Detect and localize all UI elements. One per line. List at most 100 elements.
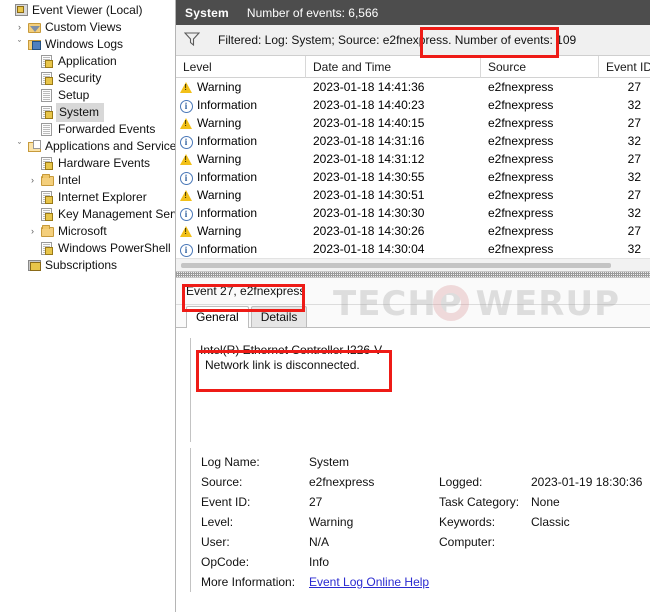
log-icon [41,157,53,170]
table-row[interactable]: Warning 2023-01-18 14:31:12 e2fnexpress 27 [176,150,650,168]
cell-level: Information [176,240,306,258]
table-row[interactable]: Warning 2023-01-18 14:30:26 e2fnexpress 27 [176,222,650,240]
log-icon [41,106,53,119]
tree-item-application[interactable]: Application [0,53,175,70]
event-message-box: Intel(R) Ethernet Controller I226-V Netw… [190,338,638,442]
tree-item-icon [39,121,56,138]
log-icon [41,55,53,68]
source-value: e2fnexpress [309,475,375,489]
property-row-log-name: Log Name: System [201,452,650,472]
tab-general[interactable]: General [186,306,249,328]
column-header-level[interactable]: Level [176,55,306,78]
chevron-down-icon[interactable]: ˇ [13,138,26,155]
tree-item-label: Application [58,54,117,68]
property-row-more-information: More Information: Event Log Online Help [201,572,650,592]
information-icon [180,99,193,113]
event-detail-title: Event 27, e2fnexpress [176,278,650,305]
event-viewer-window: Event Viewer (Local) › Custom Views ˇ Window… [0,0,650,612]
column-header-event-id[interactable]: Event ID [599,56,650,78]
cell-level-text: Warning [197,188,242,202]
column-header-date-and-time[interactable]: Date and Time [306,55,481,78]
tab-details[interactable]: Details [250,306,308,327]
chevron-right-icon[interactable]: › [13,19,26,36]
tree-item-label: Custom Views [45,20,122,34]
tree-item-icon [26,138,43,155]
folder-icon [41,225,54,237]
cell-event-id: 27 [627,224,641,238]
tree-item-microsoft[interactable]: › Microsoft [0,223,175,240]
tree-item-hardware-events[interactable]: Hardware Events [0,155,175,172]
cell-date-and-time: 2023-01-18 14:40:23 [313,98,425,112]
tree-item-security[interactable]: Security [0,70,175,87]
scrollbar-thumb[interactable] [181,263,611,268]
tree-item-event-viewer-local[interactable]: Event Viewer (Local) [0,2,175,19]
table-row[interactable]: Information 2023-01-18 14:30:30 e2fnexpres… [176,204,650,222]
tree-item-label: Windows Logs [45,37,124,51]
chevron-right-icon[interactable]: › [26,172,39,189]
tree-item-icon [39,172,56,189]
cell-date-and-time: 2023-01-18 14:30:55 [313,170,425,184]
tree-item-label: Security [58,71,102,85]
table-row[interactable]: Information 2023-01-18 14:30:55 e2fnexpres… [176,168,650,186]
cell-source: e2fnexpress [488,80,554,94]
pane-splitter[interactable] [176,271,650,278]
cell-level-text: Information [197,206,258,220]
property-row-level: Level: Warning Keywords: Classic [201,512,650,532]
cell-level: Warning [176,114,306,132]
page-title: System [185,5,229,20]
table-row[interactable]: Warning 2023-01-18 14:41:36 e2fnexpress 27 [176,78,650,96]
chevron-down-icon[interactable]: ˇ [13,36,26,53]
tree-item-key-management-service[interactable]: Key Management Service [0,206,175,223]
tree-item-custom-views[interactable]: › Custom Views [0,19,175,36]
cell-level: Information [176,132,306,150]
opcode-value: Info [309,555,330,569]
tree-item-label: Hardware Events [58,156,151,170]
table-row[interactable]: Warning 2023-01-18 14:30:51 e2fnexpress 27 [176,186,650,204]
tree-item-icon [39,240,56,257]
tree-item-system[interactable]: System [0,103,175,122]
tree-item-subscriptions[interactable]: Subscriptions [0,257,175,274]
navigation-tree[interactable]: Event Viewer (Local) › Custom Views ˇ Window… [0,0,175,274]
pane-header: System Number of events: 6,566 [176,0,650,25]
event-list-horizontal-scrollbar[interactable] [176,258,650,271]
tree-item-windows-powershell[interactable]: Windows PowerShell [0,240,175,257]
tree-item-setup[interactable]: Setup [0,87,175,104]
cell-level: Warning [176,186,306,204]
log-name-value: System [309,455,350,469]
column-header-source[interactable]: Source [481,55,599,78]
tree-item-icon [26,257,43,274]
plain-log-icon [41,89,52,102]
tree-item-icon [39,53,56,70]
tree-item-intel[interactable]: › Intel [0,172,175,189]
event-viewer-icon [15,4,28,16]
event-list[interactable]: Warning 2023-01-18 14:41:36 e2fnexpress 27 I… [176,78,650,258]
tree-item-internet-explorer[interactable]: Internet Explorer [0,189,175,206]
logged-value: 2023-01-19 18:30:36 [531,475,643,489]
tree-item-icon [39,206,56,223]
event-log-online-help-link[interactable]: Event Log Online Help [309,575,429,589]
tree-item-forwarded-events[interactable]: Forwarded Events [0,121,175,138]
more-information-link[interactable]: Event Log Online Help [309,575,439,589]
tree-item-windows-logs[interactable]: ˇ Windows Logs [0,36,175,53]
cell-source: e2fnexpress [488,188,554,202]
filter-bar[interactable]: Filtered: Log: System; Source: e2fnexpre… [176,25,650,56]
cell-event-id: 32 [627,98,641,112]
tree-item-applications-and-services-lo[interactable]: ˇ Applications and Services Lo [0,138,175,155]
task-category-value: None [531,495,560,509]
opcode-label: OpCode: [201,555,250,569]
tree-item-icon [39,155,56,172]
table-row[interactable]: Warning 2023-01-18 14:40:15 e2fnexpress 27 [176,114,650,132]
cell-source: e2fnexpress [488,242,554,256]
event-list-header[interactable]: Level Date and Time Source Event ID [176,55,650,78]
console-tree-sidebar[interactable]: Event Viewer (Local) › Custom Views ˇ Window… [0,0,176,612]
cell-date-and-time: 2023-01-18 14:30:26 [313,224,425,238]
log-icon [41,72,53,85]
table-row[interactable]: Information 2023-01-18 14:30:04 e2fnexpres… [176,240,650,258]
cell-event-id: 32 [627,134,641,148]
cell-date-and-time: 2023-01-18 14:31:12 [313,152,425,166]
table-row[interactable]: Information 2023-01-18 14:40:23 e2fnexpres… [176,96,650,114]
log-icon [41,208,53,221]
table-row[interactable]: Information 2023-01-18 14:31:16 e2fnexpres… [176,132,650,150]
chevron-right-icon[interactable]: › [26,223,39,240]
detail-tabs[interactable]: General Details [176,305,650,328]
